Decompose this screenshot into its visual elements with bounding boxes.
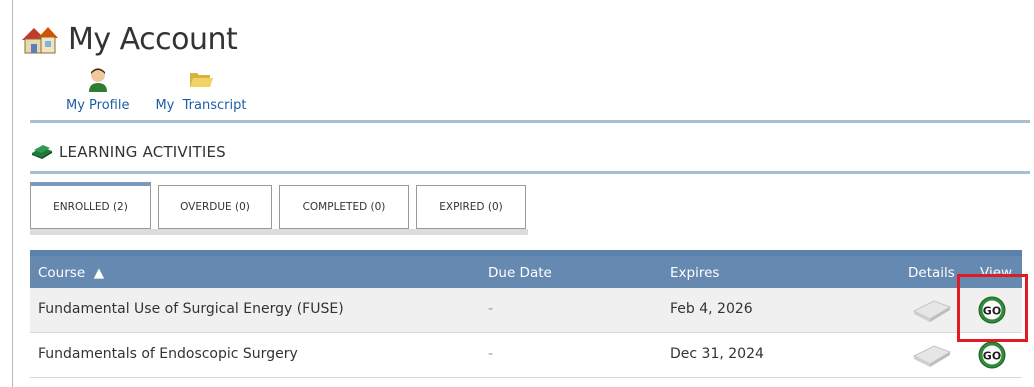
profile-icon (85, 66, 111, 92)
my-profile-label[interactable]: My Profile (66, 98, 129, 113)
go-view-button[interactable]: GO (978, 341, 1006, 369)
tab-enrolled[interactable]: ENROLLED (2) (30, 182, 151, 229)
highlight-box (957, 274, 1028, 342)
tab-strip-base (30, 229, 528, 235)
details-book-icon[interactable] (912, 342, 952, 368)
my-profile-link[interactable]: My Profile (66, 66, 129, 113)
column-header-details: Details (908, 265, 955, 281)
tab-label: COMPLETED (0) (302, 201, 386, 213)
tab-completed[interactable]: COMPLETED (0) (279, 185, 409, 229)
page-header: My Account (20, 22, 238, 57)
table-row: Fundamentals of Endoscopic Surgery - Dec… (30, 333, 1022, 378)
column-header-due-date[interactable]: Due Date (488, 265, 552, 281)
due-date: - (488, 301, 494, 317)
details-book-icon[interactable] (912, 297, 952, 323)
course-name: Fundamental Use of Surgical Energy (FUSE… (38, 301, 344, 317)
tab-label: ENROLLED (2) (53, 201, 128, 213)
expires-date: Feb 4, 2026 (670, 301, 753, 317)
column-header-course[interactable]: Course ▲ (38, 265, 104, 281)
divider (30, 120, 1030, 123)
section-title: LEARNING ACTIVITIES (59, 143, 226, 161)
my-transcript-label[interactable]: My Transcript (155, 98, 246, 113)
house-icon (20, 24, 60, 56)
divider (30, 171, 1030, 174)
section-header: LEARNING ACTIVITIES (31, 143, 226, 161)
tab-label: OVERDUE (0) (180, 201, 250, 213)
tab-expired[interactable]: EXPIRED (0) (416, 185, 526, 229)
tab-overdue[interactable]: OVERDUE (0) (158, 185, 272, 229)
table-header: Course ▲ Due Date Expires Details View (30, 250, 1022, 288)
due-date: - (488, 346, 494, 362)
column-header-expires[interactable]: Expires (670, 265, 719, 281)
course-name: Fundamentals of Endoscopic Surgery (38, 346, 298, 362)
learning-activities-table: Course ▲ Due Date Expires Details View F… (30, 250, 1022, 378)
tab-label: EXPIRED (0) (439, 201, 503, 213)
expires-date: Dec 31, 2024 (670, 346, 764, 362)
svg-text:GO: GO (983, 350, 1001, 363)
table-row: Fundamental Use of Surgical Energy (FUSE… (30, 288, 1022, 333)
folder-icon (188, 66, 214, 92)
tab-bar: ENROLLED (2) OVERDUE (0) COMPLETED (0) E… (30, 182, 533, 229)
books-icon (32, 145, 52, 159)
quick-links: My Profile My Transcript (66, 66, 272, 113)
page-title: My Account (68, 22, 238, 57)
my-transcript-link[interactable]: My Transcript (155, 66, 246, 113)
